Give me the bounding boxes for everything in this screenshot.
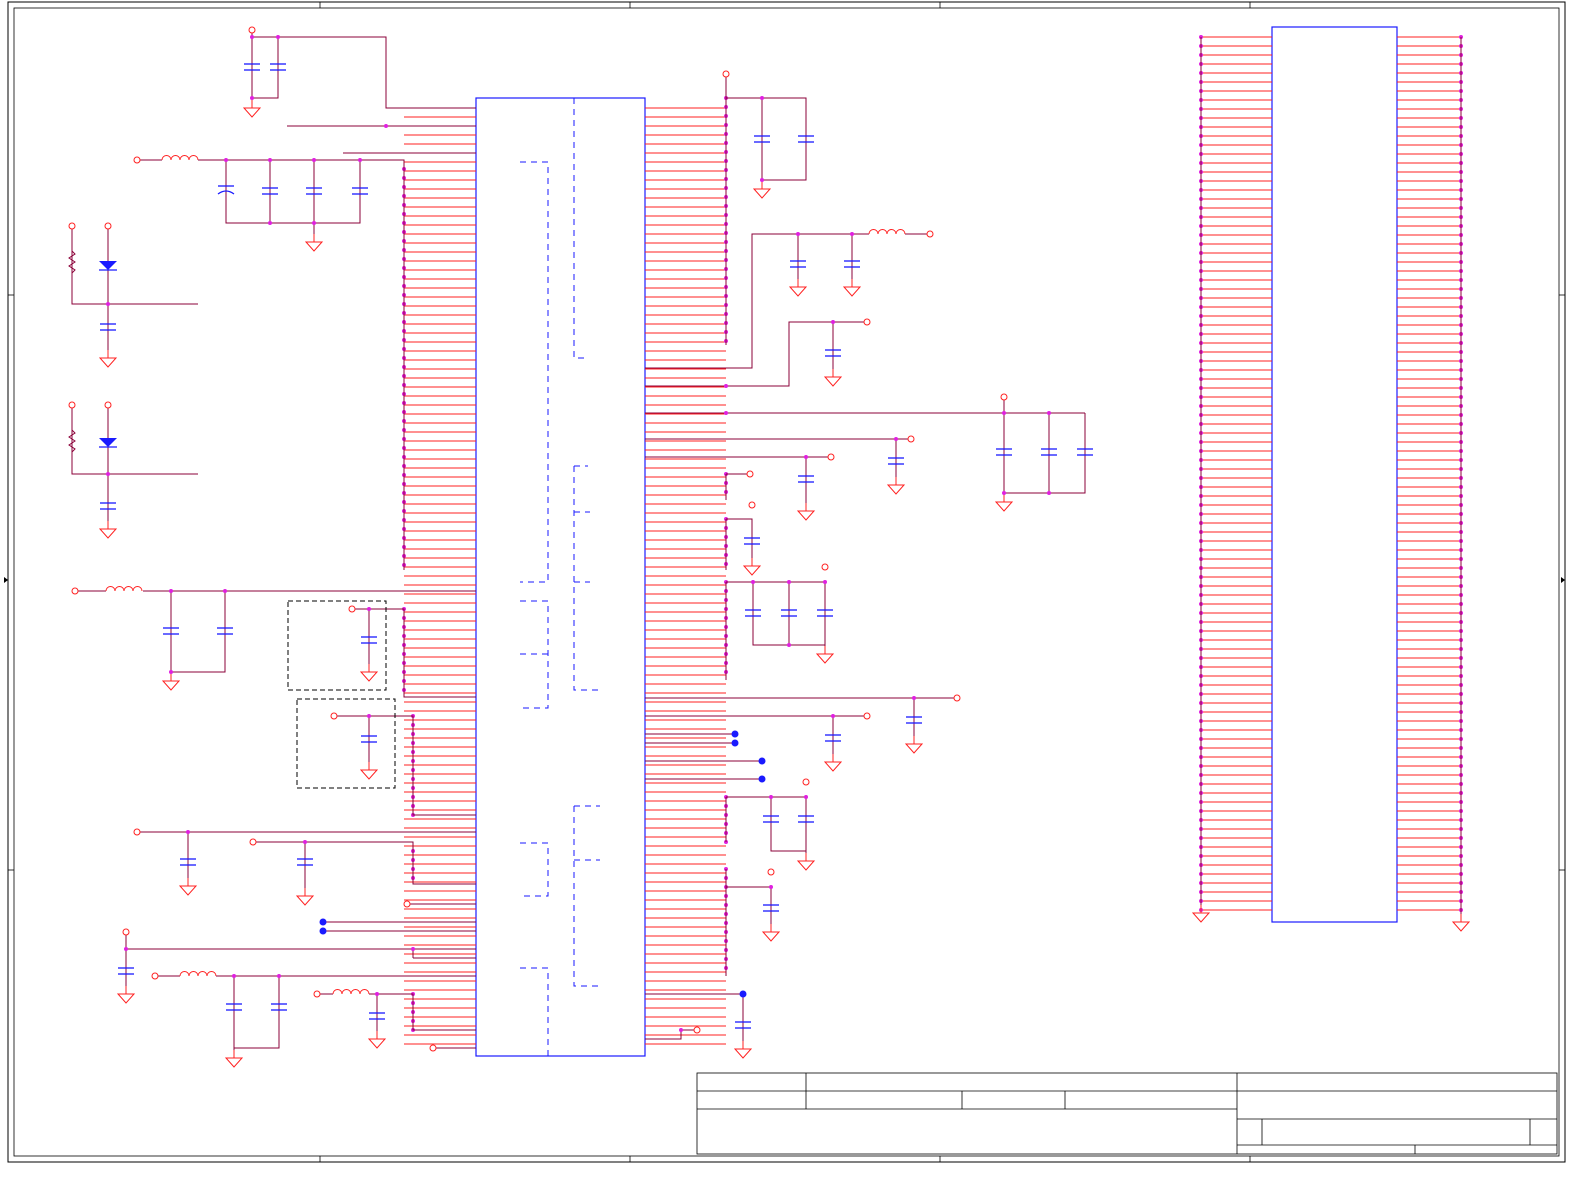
keepout-boxes xyxy=(287,600,396,789)
left-circuits xyxy=(71,33,476,1056)
inductor-icon xyxy=(161,155,199,161)
right-circuits xyxy=(645,76,1086,1048)
connector[interactable] xyxy=(1271,26,1398,923)
connector-pins xyxy=(1199,35,1463,914)
grounds xyxy=(99,99,1470,1068)
capacitors xyxy=(99,63,1094,1029)
junction-dots xyxy=(106,35,1051,1032)
schematic-canvas xyxy=(4,1,1566,1163)
inductors xyxy=(105,155,906,995)
ic-pins xyxy=(402,96,728,1045)
ports xyxy=(68,26,1008,1052)
main-ic[interactable] xyxy=(475,97,646,1057)
title-block xyxy=(696,1072,1558,1155)
ground-icon xyxy=(243,99,261,118)
